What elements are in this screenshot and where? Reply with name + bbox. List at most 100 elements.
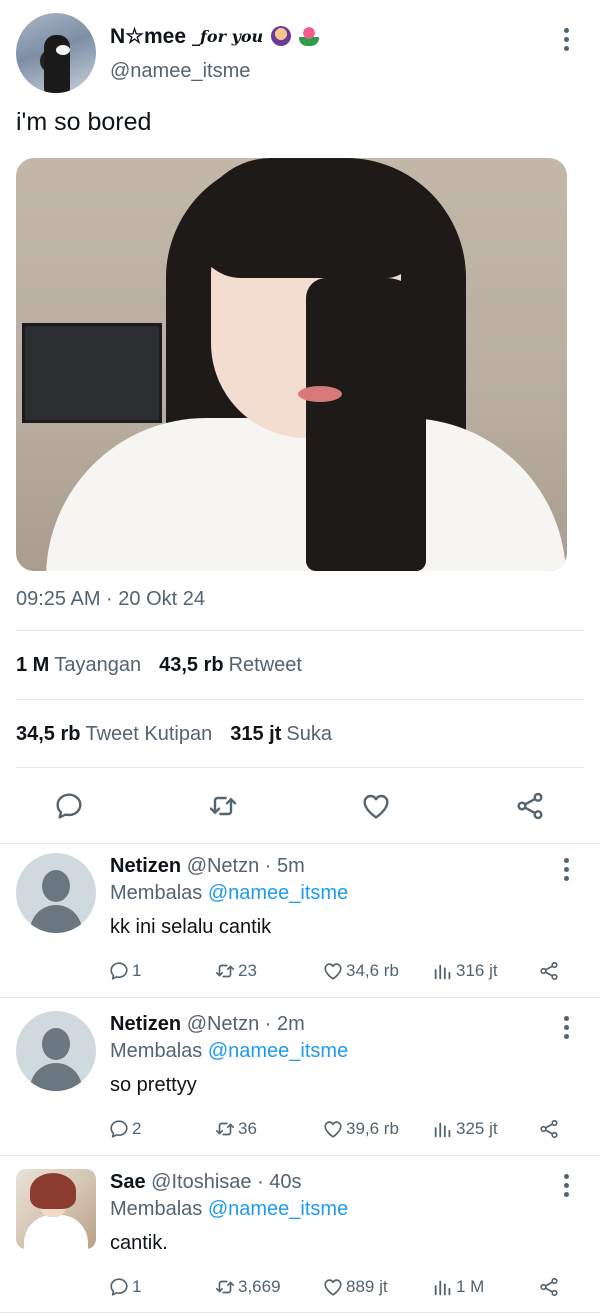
reply-item[interactable]: Sae @Itoshisae · 40s Membalas @namee_its…: [0, 1159, 600, 1314]
reply-header: Netizen @Netzn · 2m: [110, 1013, 305, 1036]
reply-count: 1: [132, 1277, 142, 1296]
reply-count: 2: [132, 1119, 142, 1138]
retweet-icon: [215, 964, 235, 978]
more-options-icon[interactable]: [554, 25, 578, 53]
share-icon: [540, 1119, 558, 1139]
reply-avatar[interactable]: [16, 853, 96, 933]
praying-girl-emoji-icon: [271, 26, 292, 46]
reply-views-button[interactable]: 316 jt: [432, 957, 498, 985]
reply-avatar[interactable]: [16, 1011, 96, 1091]
reply-like-button[interactable]: 889 jt: [322, 1273, 388, 1301]
reply-like-button[interactable]: 34,6 rb: [322, 957, 399, 985]
replying-prefix: Membalas: [110, 1040, 203, 1062]
reply-item[interactable]: Netizen @Netzn · 2m Membalas @namee_itsm…: [0, 1001, 600, 1159]
reply-actions: 1 3,669 889 jt 1 M: [108, 1273, 578, 1301]
reply-author-name[interactable]: Sae: [110, 1171, 146, 1193]
reply-reply-button[interactable]: 1: [108, 957, 141, 985]
replying-prefix: Membalas: [110, 1198, 203, 1220]
reply-reply-button[interactable]: 1: [108, 1273, 141, 1301]
view-count: 316 jt: [456, 961, 498, 980]
reply-text: so prettyy: [110, 1074, 197, 1096]
likes-stat[interactable]: 315 jt Suka: [230, 723, 332, 746]
tweet-timestamp[interactable]: 09:25 AM · 20 Okt 24: [16, 588, 205, 611]
reply-views-button[interactable]: 325 jt: [432, 1115, 498, 1143]
tweet-header: N☆mee _for you @namee_itsme: [0, 0, 600, 100]
avatar-bow: [56, 45, 70, 55]
retweet-icon[interactable]: [207, 790, 239, 822]
retweets-count: 43,5 rb: [159, 654, 224, 676]
stats-row-1: 1 M Tayangan 43,5 rb Retweet: [16, 654, 302, 677]
like-count: 39,6 rb: [346, 1119, 399, 1138]
reply-avatar[interactable]: [16, 1169, 96, 1249]
reply-icon: [110, 1278, 128, 1296]
replying-mention[interactable]: @namee_itsme: [208, 1040, 348, 1062]
divider: [0, 1312, 600, 1313]
reply-actions: 1 23 34,6 rb 316 jt: [108, 957, 578, 985]
reply-text: cantik.: [110, 1232, 168, 1254]
replying-prefix: Membalas: [110, 882, 203, 904]
retweets-stat[interactable]: 43,5 rb Retweet: [159, 654, 302, 677]
quotes-stat[interactable]: 34,5 rb Tweet Kutipan: [16, 723, 212, 746]
reply-item[interactable]: Netizen @Netzn · 5m Membalas @namee_itsm…: [0, 843, 600, 1001]
reply-share-button[interactable]: [538, 1273, 560, 1301]
share-icon[interactable]: [514, 790, 546, 822]
author-name-row[interactable]: N☆mee _for you: [110, 22, 320, 50]
reply-header: Netizen @Netzn · 5m: [110, 855, 305, 878]
view-count: 1 M: [456, 1277, 485, 1296]
author-avatar[interactable]: [16, 13, 96, 93]
views-icon: [434, 1122, 451, 1138]
reply-retweet-button[interactable]: 23: [214, 957, 257, 985]
quotes-label: Tweet Kutipan: [85, 723, 213, 745]
reply-icon: [110, 962, 128, 980]
views-icon: [434, 1280, 451, 1296]
tulip-emoji-icon: [299, 26, 320, 46]
views-stat[interactable]: 1 M Tayangan: [16, 654, 141, 677]
like-count: 889 jt: [346, 1277, 388, 1296]
reply-meta: @Netzn · 5m: [186, 855, 305, 877]
replying-mention[interactable]: @namee_itsme: [208, 1198, 348, 1220]
like-icon[interactable]: [360, 790, 392, 822]
reply-icon[interactable]: [53, 790, 85, 822]
divider: [16, 630, 584, 631]
like-icon: [324, 963, 342, 980]
like-icon: [324, 1121, 342, 1138]
replying-to: Membalas @namee_itsme: [110, 1198, 348, 1221]
tweet-photo[interactable]: [16, 158, 567, 571]
views-icon: [434, 964, 451, 980]
reply-share-button[interactable]: [538, 957, 560, 985]
replying-to: Membalas @namee_itsme: [110, 1040, 348, 1063]
reply-author-name[interactable]: Netizen: [110, 1013, 181, 1035]
retweet-count: 23: [238, 961, 257, 980]
replying-mention[interactable]: @namee_itsme: [208, 882, 348, 904]
views-count: 1 M: [16, 654, 50, 676]
tweet-text: i'm so bored: [16, 108, 152, 136]
divider: [16, 767, 584, 768]
reply-like-button[interactable]: 39,6 rb: [322, 1115, 399, 1143]
more-options-icon[interactable]: [554, 1013, 578, 1041]
author-handle[interactable]: @namee_itsme: [110, 60, 250, 83]
photo-hair-front: [306, 278, 426, 571]
more-options-icon[interactable]: [554, 855, 578, 883]
author-name-suffix: _for you: [192, 26, 264, 46]
reply-text: kk ini selalu cantik: [110, 916, 272, 938]
stats-row-2: 34,5 rb Tweet Kutipan 315 jt Suka: [16, 723, 332, 746]
reply-author-name[interactable]: Netizen: [110, 855, 181, 877]
divider: [0, 1155, 600, 1156]
author-display-name[interactable]: N☆mee: [110, 24, 186, 49]
reply-retweet-button[interactable]: 36: [214, 1115, 257, 1143]
reply-reply-button[interactable]: 2: [108, 1115, 141, 1143]
photo-lips: [298, 386, 342, 402]
reply-share-button[interactable]: [538, 1115, 560, 1143]
reply-views-button[interactable]: 1 M: [432, 1273, 484, 1301]
replying-to: Membalas @namee_itsme: [110, 882, 348, 905]
more-options-icon[interactable]: [554, 1171, 578, 1199]
reply-retweet-button[interactable]: 3,669: [214, 1273, 281, 1301]
reply-count: 1: [132, 961, 142, 980]
photo-tv: [22, 323, 162, 423]
retweet-count: 36: [238, 1119, 257, 1138]
retweet-count: 3,669: [238, 1277, 281, 1296]
like-count: 34,6 rb: [346, 961, 399, 980]
retweets-label: Retweet: [228, 654, 302, 676]
quotes-count: 34,5 rb: [16, 723, 81, 745]
views-label: Tayangan: [54, 654, 142, 676]
